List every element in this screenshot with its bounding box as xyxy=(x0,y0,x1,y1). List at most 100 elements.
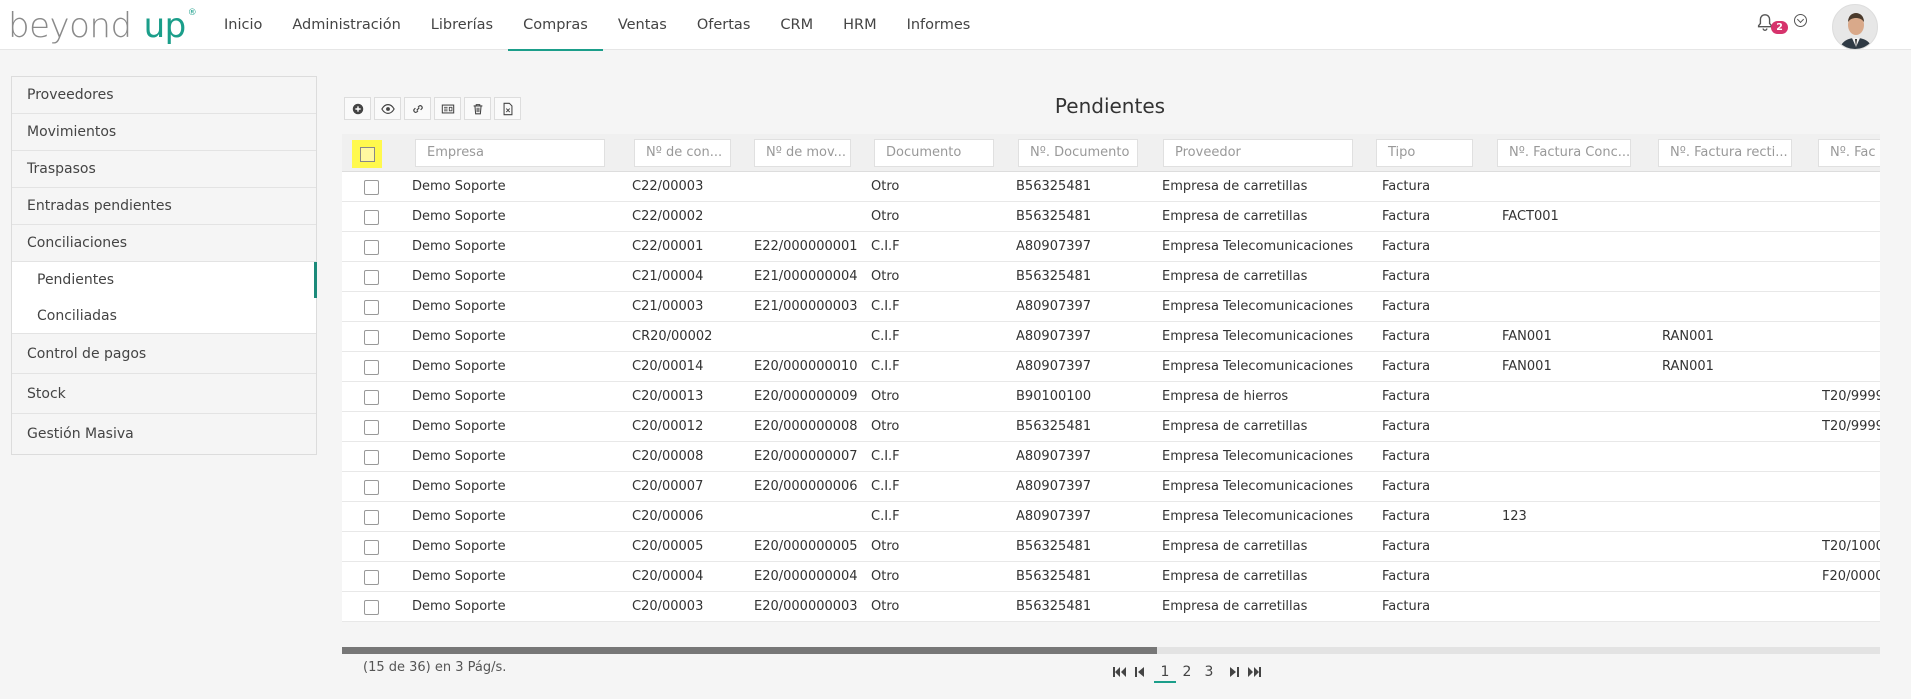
table-row[interactable]: Demo Soporte C22/00001 E22/000000001 C.I.F A… xyxy=(342,232,1880,262)
nav-item-compras[interactable]: Compras xyxy=(508,0,603,51)
sidebar-group-conciliaciones: Conciliaciones Pendientes Conciliadas xyxy=(12,225,317,334)
table-row[interactable]: Demo Soporte C20/00005 E20/000000005 Otro B5… xyxy=(342,532,1880,562)
table-row[interactable]: Demo Soporte C20/00004 E20/000000004 Otro B5… xyxy=(342,562,1880,592)
toolbar xyxy=(344,97,524,120)
nav-item-ofertas[interactable]: Ofertas xyxy=(682,0,766,50)
table-cell: Factura xyxy=(1382,389,1431,404)
table-row[interactable]: Demo Soporte C20/00012 E20/000000008 Otro B5… xyxy=(342,412,1880,442)
table-row[interactable]: Demo Soporte C21/00003 E21/000000003 C.I.F A… xyxy=(342,292,1880,322)
nav-item-librer-as[interactable]: Librerías xyxy=(416,0,508,50)
nav-item-ventas[interactable]: Ventas xyxy=(603,0,682,50)
card-button[interactable] xyxy=(434,97,461,120)
nav-item-crm[interactable]: CRM xyxy=(765,0,828,50)
table-cell: Otro xyxy=(871,269,900,284)
select-all-checkbox[interactable] xyxy=(360,147,375,162)
row-checkbox[interactable] xyxy=(364,270,379,285)
next-page-icon[interactable] xyxy=(1224,662,1244,682)
sidebar-item-gesti-n-masiva[interactable]: Gestión Masiva xyxy=(12,414,316,454)
table-cell: C.I.F xyxy=(871,239,900,254)
row-checkbox[interactable] xyxy=(364,540,379,555)
page-number[interactable]: 3 xyxy=(1198,661,1220,683)
row-checkbox[interactable] xyxy=(364,180,379,195)
row-checkbox[interactable] xyxy=(364,570,379,585)
filter-input-2[interactable]: Nº de mov... xyxy=(754,139,851,167)
table-cell: Otro xyxy=(871,599,900,614)
logo[interactable]: beyond up ® xyxy=(8,6,197,46)
table-row[interactable]: Demo Soporte C20/00003 E20/000000003 Otro B5… xyxy=(342,592,1880,622)
table-cell xyxy=(1822,322,1880,352)
table-row[interactable]: Demo Soporte C22/00002 Otro B56325481 Empres… xyxy=(342,202,1880,232)
nav-item-inicio[interactable]: Inicio xyxy=(209,0,277,50)
sidebar-item-conciliaciones[interactable]: Conciliaciones xyxy=(12,225,316,262)
row-checkbox[interactable] xyxy=(364,360,379,375)
delete-button[interactable] xyxy=(464,97,491,120)
table-cell: C22/00001 xyxy=(632,239,704,254)
row-checkbox[interactable] xyxy=(364,450,379,465)
table-cell: Demo Soporte xyxy=(412,389,506,404)
view-button[interactable] xyxy=(374,97,401,120)
table-row[interactable]: Demo Soporte C20/00013 E20/000000009 Otro B9… xyxy=(342,382,1880,412)
filter-input-7[interactable]: Nº. Factura Conc... xyxy=(1497,139,1631,167)
logo-word-beyond: beyond xyxy=(8,6,132,46)
filter-input-9[interactable]: Nº. Fac xyxy=(1818,139,1880,167)
table-cell: C22/00003 xyxy=(632,179,704,194)
sidebar-subitem-pendientes[interactable]: Pendientes xyxy=(12,262,317,298)
row-checkbox[interactable] xyxy=(364,390,379,405)
sidebar-item-entradas-pendientes[interactable]: Entradas pendientes xyxy=(12,188,316,225)
filter-input-0[interactable]: Empresa xyxy=(415,139,605,167)
sidebar-item-movimientos[interactable]: Movimientos xyxy=(12,114,316,151)
table-row[interactable]: Demo Soporte C20/00007 E20/000000006 C.I.F A… xyxy=(342,472,1880,502)
filter-input-4[interactable]: Nº. Documento xyxy=(1018,139,1138,167)
page-number[interactable]: 2 xyxy=(1176,661,1198,683)
row-checkbox[interactable] xyxy=(364,480,379,495)
first-page-icon[interactable] xyxy=(1110,662,1130,682)
prev-page-icon[interactable] xyxy=(1130,662,1150,682)
sidebar-item-control-de-pagos[interactable]: Control de pagos xyxy=(12,334,316,374)
row-checkbox[interactable] xyxy=(364,600,379,615)
nav-item-informes[interactable]: Informes xyxy=(892,0,986,50)
table-row[interactable]: Demo Soporte C21/00004 E21/000000004 Otro B5… xyxy=(342,262,1880,292)
add-button[interactable] xyxy=(344,97,371,120)
table-row[interactable]: Demo Soporte C22/00003 Otro B56325481 Empres… xyxy=(342,172,1880,202)
table-row[interactable]: Demo Soporte C20/00008 E20/000000007 C.I.F A… xyxy=(342,442,1880,472)
nav-item-administraci-n[interactable]: Administración xyxy=(277,0,415,50)
table-cell: Otro xyxy=(871,179,900,194)
table-cell: Empresa Telecomunicaciones xyxy=(1162,299,1354,314)
scrollbar-thumb[interactable] xyxy=(342,647,1158,654)
row-checkbox[interactable] xyxy=(364,300,379,315)
avatar[interactable] xyxy=(1832,4,1878,50)
last-page-icon[interactable] xyxy=(1244,662,1264,682)
page-number[interactable]: 1 xyxy=(1154,661,1176,683)
link-button[interactable] xyxy=(404,97,431,120)
table-cell: C20/00007 xyxy=(632,479,704,494)
nav-item-hrm[interactable]: HRM xyxy=(828,0,892,50)
row-checkbox[interactable] xyxy=(364,330,379,345)
row-checkbox[interactable] xyxy=(364,240,379,255)
table-cell: A80907397 xyxy=(1016,329,1092,344)
table-cell: C20/00005 xyxy=(632,539,704,554)
filter-input-5[interactable]: Proveedor xyxy=(1163,139,1353,167)
table-cell: Otro xyxy=(871,209,900,224)
table-cell: B56325481 xyxy=(1016,569,1092,584)
table-cell: Factura xyxy=(1382,179,1431,194)
sidebar-item-traspasos[interactable]: Traspasos xyxy=(12,151,316,188)
sidebar-item-proveedores[interactable]: Proveedores xyxy=(12,77,316,114)
export-excel-button[interactable] xyxy=(494,97,521,120)
table-cell: T20/9999 xyxy=(1822,419,1880,434)
table-row[interactable]: Demo Soporte C20/00014 E20/000000010 C.I.F A… xyxy=(342,352,1880,382)
filter-input-6[interactable]: Tipo xyxy=(1376,139,1473,167)
table-row[interactable]: Demo Soporte CR20/00002 C.I.F A80907397 Empr… xyxy=(342,322,1880,352)
sidebar-item-stock[interactable]: Stock xyxy=(12,374,316,414)
filter-input-8[interactable]: Nº. Factura recti... xyxy=(1658,139,1792,167)
filter-input-1[interactable]: Nº de con... xyxy=(634,139,731,167)
sidebar-subitem-conciliadas[interactable]: Conciliadas xyxy=(12,298,316,334)
table-row[interactable]: Demo Soporte C20/00006 C.I.F A80907397 Empre… xyxy=(342,502,1880,532)
filter-input-3[interactable]: Documento xyxy=(874,139,994,167)
row-checkbox[interactable] xyxy=(364,510,379,525)
row-checkbox[interactable] xyxy=(364,420,379,435)
horizontal-scrollbar[interactable] xyxy=(342,647,1880,654)
user-menu-chevron-icon[interactable] xyxy=(1794,14,1807,27)
table-cell: Factura xyxy=(1382,239,1431,254)
row-checkbox[interactable] xyxy=(364,210,379,225)
table-cell: Empresa Telecomunicaciones xyxy=(1162,479,1354,494)
